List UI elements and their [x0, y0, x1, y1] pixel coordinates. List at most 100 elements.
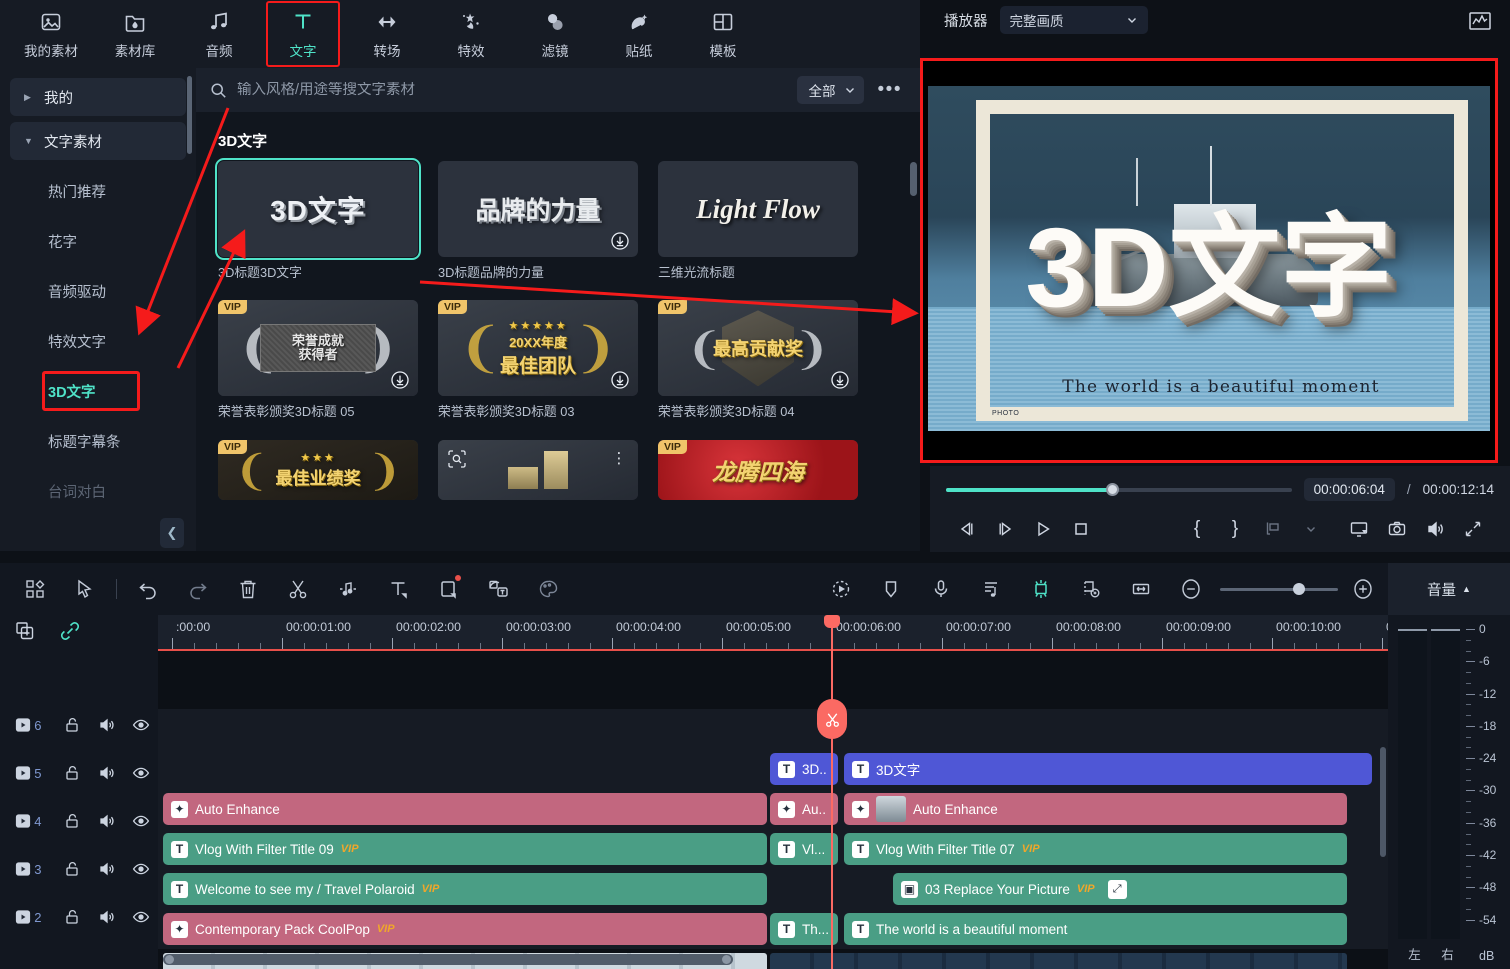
- asset-card-3d-text[interactable]: 3D文字 3D标题3D文字: [218, 161, 418, 280]
- sidebar-item-fancy-text[interactable]: 花字: [0, 216, 196, 266]
- track-lock-button[interactable]: [55, 908, 89, 926]
- timeline-vertical-scrollbar[interactable]: [1380, 747, 1386, 857]
- volume-panel-tab[interactable]: 音量 ▲: [1388, 563, 1510, 615]
- volume-button[interactable]: [1416, 515, 1454, 543]
- track-header-row[interactable]: 2: [0, 897, 158, 937]
- sidebar-item-3d-text[interactable]: 3D文字: [0, 366, 196, 416]
- zoom-out-button[interactable]: [1166, 569, 1216, 609]
- track-header-row[interactable]: 5: [0, 753, 158, 793]
- waveform-graph-icon[interactable]: [1468, 10, 1492, 32]
- replace-media-icon[interactable]: ⤢: [1108, 880, 1127, 899]
- timeline-horizontal-scrollbar[interactable]: [163, 954, 733, 965]
- mark-in-button[interactable]: {: [1178, 515, 1216, 543]
- timeline-clip[interactable]: TVlog With Filter Title 09VIP: [163, 833, 767, 865]
- track-mute-button[interactable]: [90, 860, 124, 878]
- fit-to-timeline-button[interactable]: [1116, 569, 1166, 609]
- preview-player[interactable]: 3D文字 The world is a beautiful moment PHO…: [920, 58, 1498, 463]
- asset-card-brand-power[interactable]: 品牌的力量 3D标题品牌的力量: [438, 161, 638, 280]
- playhead-handle[interactable]: [824, 615, 840, 628]
- track-lock-button[interactable]: [55, 812, 89, 830]
- track-lock-button[interactable]: [55, 764, 89, 782]
- more-dots-icon[interactable]: •••: [874, 79, 906, 101]
- timeline-clip[interactable]: TVl...: [770, 833, 838, 865]
- timeline-video-clip[interactable]: [770, 953, 1347, 969]
- timeline-clip[interactable]: ✦Au..: [770, 793, 838, 825]
- nav-tab-text[interactable]: 文字: [264, 3, 342, 65]
- track-visibility-button[interactable]: [124, 860, 158, 878]
- motion-tracking-button[interactable]: [816, 569, 866, 609]
- display-settings-button[interactable]: [1340, 515, 1378, 543]
- voiceover-button[interactable]: [916, 569, 966, 609]
- stop-button[interactable]: [1062, 515, 1100, 543]
- progress-handle[interactable]: [1106, 483, 1119, 496]
- chroma-key-button[interactable]: [1016, 569, 1066, 609]
- track-visibility-button[interactable]: [124, 764, 158, 782]
- zoom-slider-handle[interactable]: [1293, 583, 1305, 595]
- nav-tab-transition[interactable]: 转场: [348, 3, 426, 65]
- zoom-slider-track[interactable]: [1220, 588, 1338, 591]
- redo-button[interactable]: [173, 569, 223, 609]
- timeline-zoom-slider[interactable]: [1220, 588, 1338, 591]
- track-mute-button[interactable]: [90, 812, 124, 830]
- timeline-clip[interactable]: ▣03 Replace Your PictureVIP⤢: [893, 873, 1347, 905]
- sidebar-group-mine[interactable]: ▶ 我的: [10, 78, 186, 116]
- link-clips-button[interactable]: [58, 620, 82, 647]
- timeline-clip[interactable]: ✦Contemporary Pack CoolPopVIP: [163, 913, 767, 945]
- track-mute-button[interactable]: [90, 716, 124, 734]
- track-header-row[interactable]: 3: [0, 849, 158, 889]
- nav-tab-sticker[interactable]: 贴纸: [600, 3, 678, 65]
- marker-button[interactable]: [1254, 515, 1292, 543]
- color-palette-button[interactable]: [523, 569, 573, 609]
- nav-tab-audio[interactable]: 音频: [180, 3, 258, 65]
- nav-tab-my-media[interactable]: 我的素材: [12, 3, 90, 65]
- add-text-button[interactable]: [373, 569, 423, 609]
- collapse-panel-button[interactable]: ❮: [160, 518, 184, 548]
- marker-button[interactable]: [866, 569, 916, 609]
- play-button[interactable]: [1024, 515, 1062, 543]
- select-tool-button[interactable]: [60, 569, 110, 609]
- content-scrollbar[interactable]: [910, 162, 917, 196]
- nav-tab-filter[interactable]: 滤镜: [516, 3, 594, 65]
- timeline-clip[interactable]: ✦Auto Enhance: [163, 793, 767, 825]
- more-vertical-icon[interactable]: ⋮: [608, 448, 630, 470]
- timeline-clip[interactable]: TTh...: [770, 913, 838, 945]
- download-icon[interactable]: [610, 231, 630, 251]
- asset-card-dragon[interactable]: 龙腾四海 VIP: [658, 440, 858, 500]
- track-visibility-button[interactable]: [124, 812, 158, 830]
- track-header-row[interactable]: 6: [0, 705, 158, 745]
- timeline-clip[interactable]: TWelcome to see my / Travel PolaroidVIP: [163, 873, 767, 905]
- track-visibility-button[interactable]: [124, 716, 158, 734]
- track-header-row[interactable]: 4: [0, 801, 158, 841]
- sidebar-item-hot[interactable]: 热门推荐: [0, 166, 196, 216]
- asset-card-light-flow[interactable]: Light Flow 三维光流标题: [658, 161, 858, 280]
- download-icon[interactable]: [830, 370, 850, 390]
- nav-tab-media-library[interactable]: 素材库: [96, 3, 174, 65]
- track-lock-button[interactable]: [55, 860, 89, 878]
- track-mute-button[interactable]: [90, 764, 124, 782]
- detach-audio-button[interactable]: [323, 569, 373, 609]
- nav-tab-template[interactable]: 模板: [684, 3, 762, 65]
- sidebar-item-effect-text[interactable]: 特效文字: [0, 316, 196, 366]
- timeline-ruler[interactable]: :00:0000:00:01:0000:00:02:0000:00:03:000…: [158, 615, 1388, 651]
- split-at-playhead-button[interactable]: [817, 699, 847, 739]
- add-track-button[interactable]: [14, 620, 36, 647]
- sidebar-group-text-assets[interactable]: ▼ 文字素材: [10, 122, 186, 160]
- delete-button[interactable]: [223, 569, 273, 609]
- render-preview-button[interactable]: [1066, 569, 1116, 609]
- sidebar-scrollbar[interactable]: [187, 76, 192, 154]
- sidebar-item-title-subtitle-bar[interactable]: 标题字幕条: [0, 416, 196, 466]
- quality-select[interactable]: 完整画质: [1000, 6, 1148, 34]
- speech-to-text-button[interactable]: [473, 569, 523, 609]
- track-lock-button[interactable]: [55, 716, 89, 734]
- marker-dropdown-button[interactable]: [1292, 515, 1330, 543]
- timeline-tracks[interactable]: T3D..T3D文字✦Auto Enhance✦Au..✦Auto Enhanc…: [158, 651, 1388, 969]
- asset-card-award-best[interactable]: ❨ ❩ ★★★ 最佳业绩奖 VIP: [218, 440, 418, 500]
- track-mute-button[interactable]: [90, 908, 124, 926]
- crop-button[interactable]: [423, 569, 473, 609]
- track-visibility-button[interactable]: [124, 908, 158, 926]
- asset-card-gold-3d[interactable]: ⋮: [438, 440, 638, 500]
- previous-frame-button[interactable]: [948, 515, 986, 543]
- timeline-clip[interactable]: T3D..: [770, 753, 838, 785]
- split-button[interactable]: [273, 569, 323, 609]
- timeline-clip[interactable]: TThe world is a beautiful moment: [844, 913, 1347, 945]
